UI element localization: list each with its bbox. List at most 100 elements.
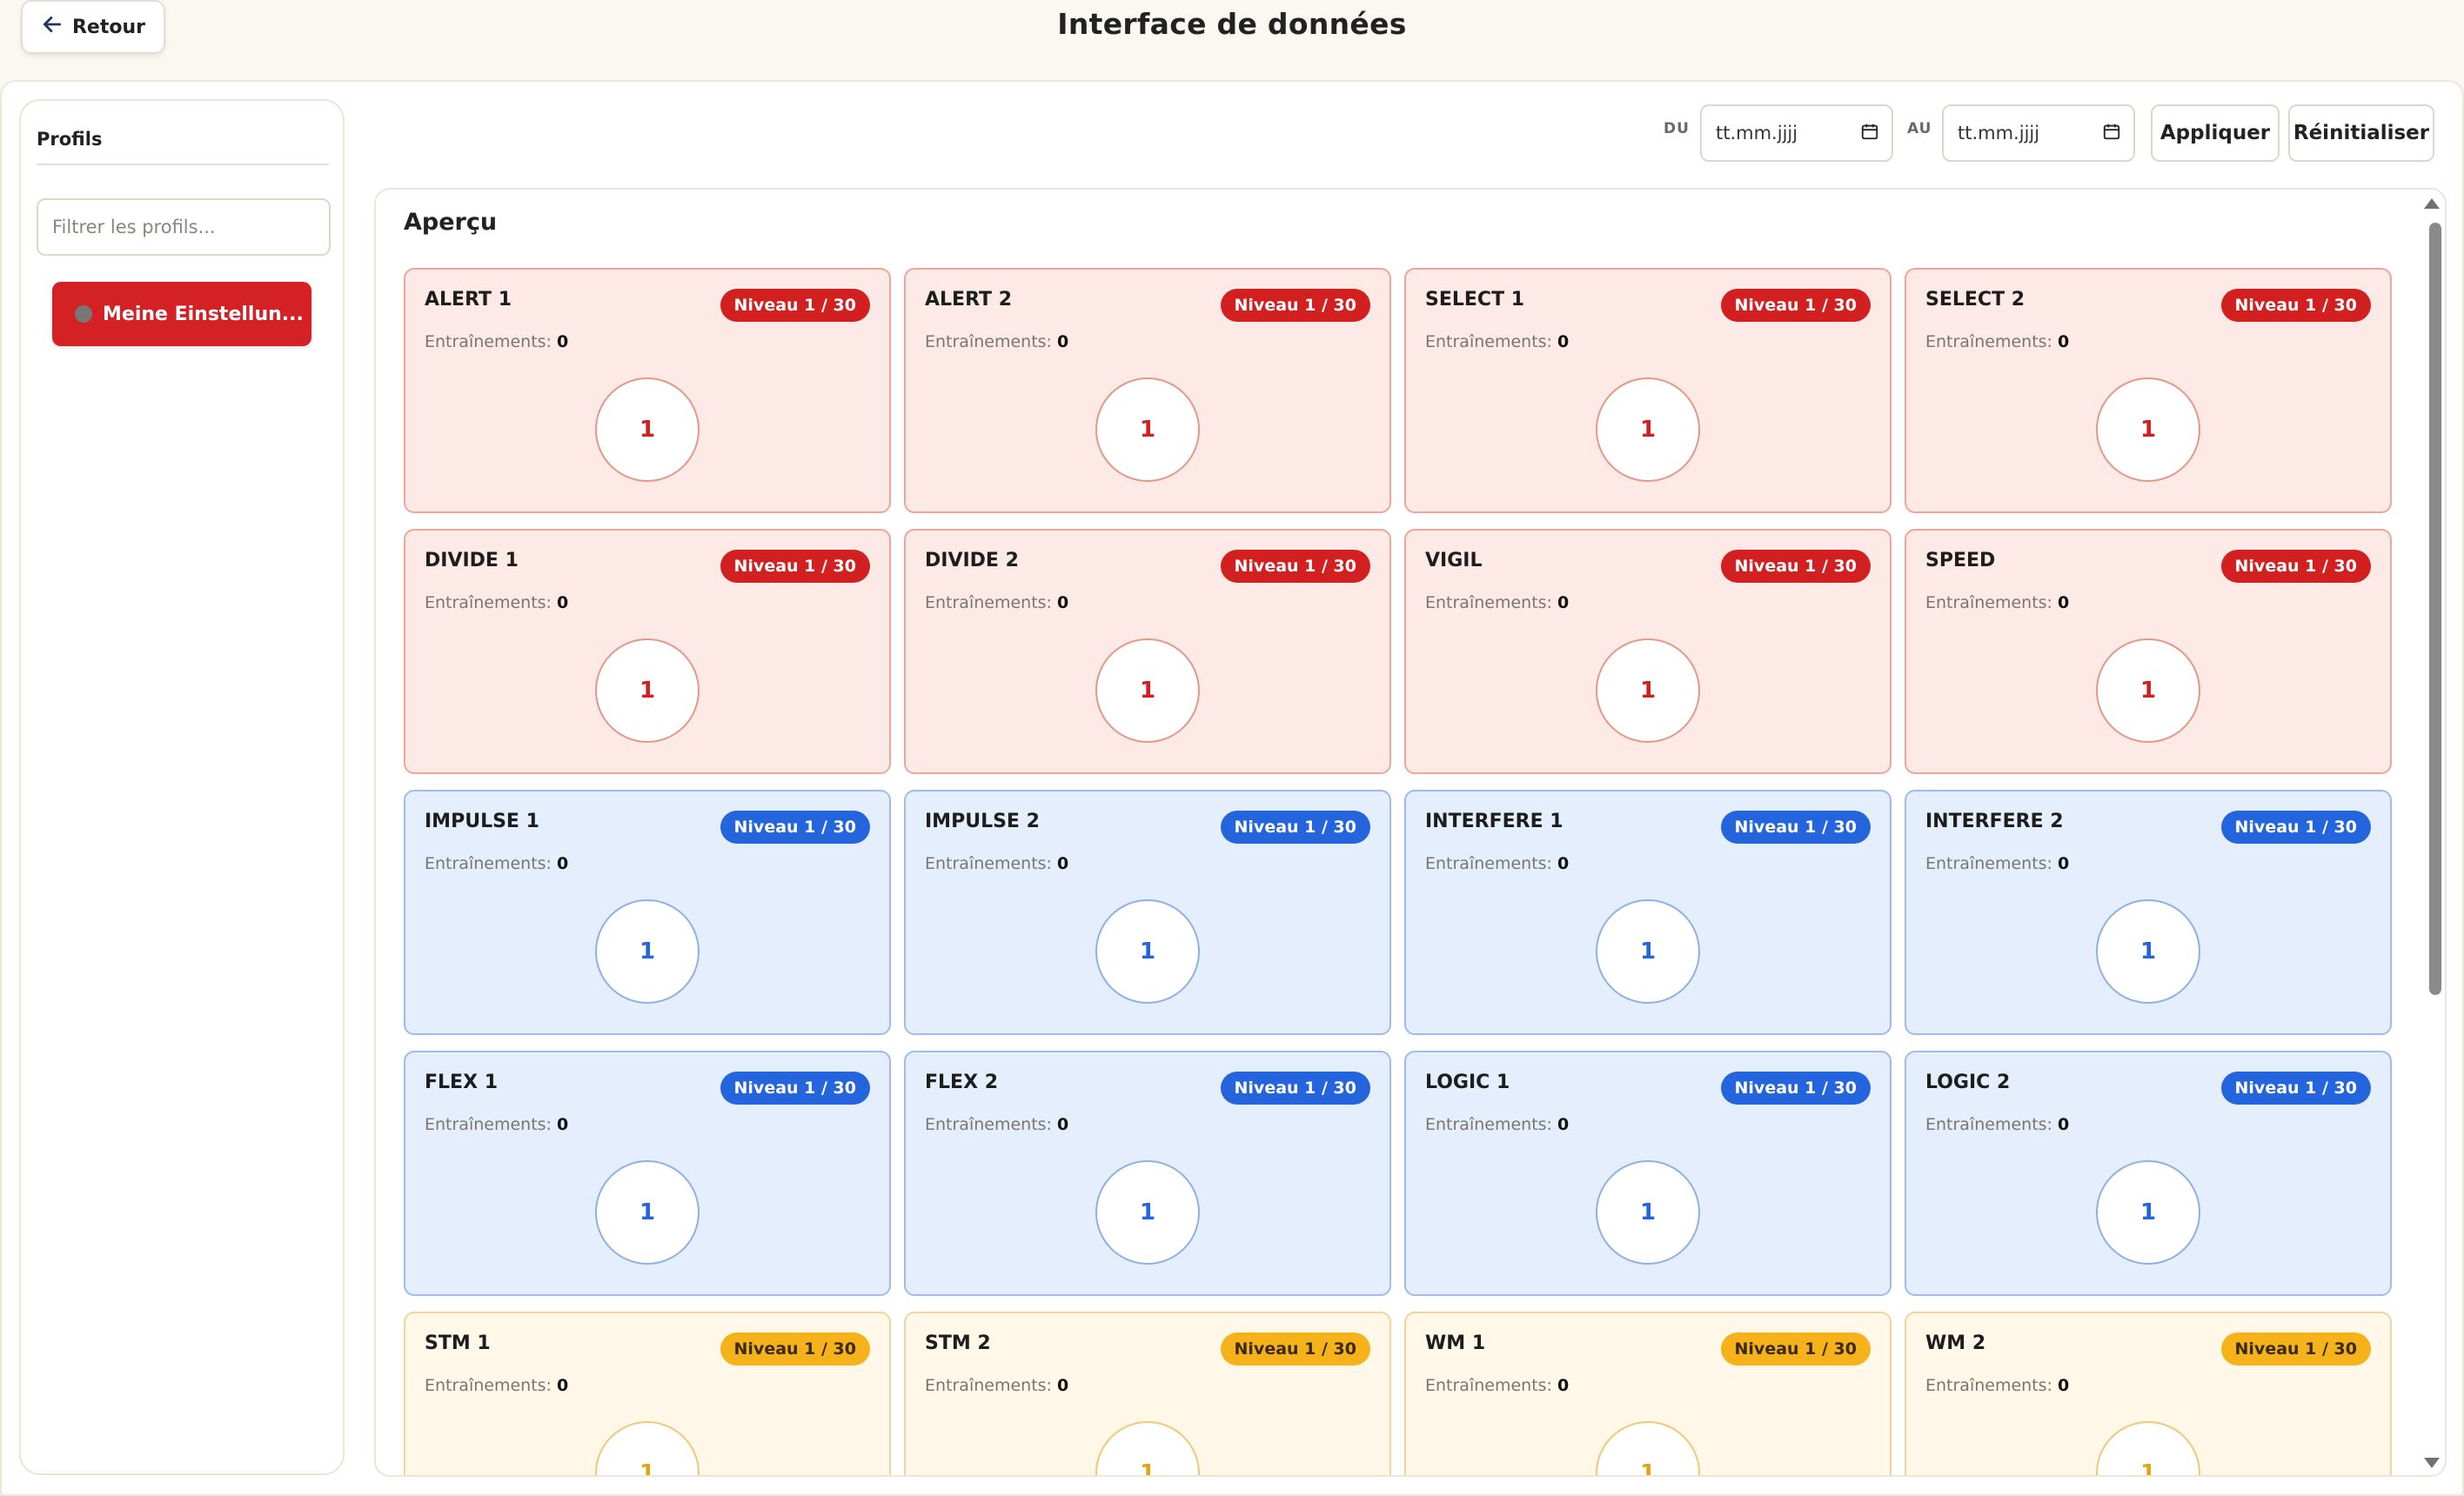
sessions-count: Entraînements: 0 <box>425 332 568 351</box>
level-badge: Niveau 1 / 30 <box>1220 1332 1370 1366</box>
level-badge: Niveau 1 / 30 <box>1220 289 1370 322</box>
sessions-count: Entraînements: 0 <box>1425 854 1569 873</box>
sessions-value: 0 <box>2058 1115 2070 1134</box>
exercise-card[interactable]: WM 1 Niveau 1 / 30 Entraînements: 0 1 <box>1404 1312 1892 1475</box>
sessions-label: Entraînements: <box>1925 593 2052 612</box>
exercise-card[interactable]: INTERFERE 1 Niveau 1 / 30 Entraînements: 0… <box>1404 790 1892 1035</box>
level-badge: Niveau 1 / 30 <box>720 811 870 844</box>
exercise-card-title: DIVIDE 2 <box>925 550 1019 571</box>
sessions-label: Entraînements: <box>425 1115 552 1134</box>
calendar-icon[interactable] <box>1860 122 1879 145</box>
exercise-card-title: SELECT 2 <box>1925 289 2025 311</box>
page-title: Interface de données <box>1057 7 1407 41</box>
exercise-card-title: LOGIC 2 <box>1925 1072 2011 1093</box>
sidebar-title: Profils <box>37 129 103 150</box>
current-level-circle: 1 <box>1596 377 1700 482</box>
sidebar-divider <box>37 164 329 165</box>
profile-filter-input[interactable] <box>37 198 331 256</box>
date-to-label: AU <box>1907 120 1932 137</box>
exercise-card-title: STM 1 <box>425 1332 491 1354</box>
sessions-label: Entraînements: <box>1425 332 1552 351</box>
date-from-value: tt.mm.jjjj <box>1716 123 1798 144</box>
exercise-card-title: ALERT 1 <box>425 289 512 311</box>
exercise-card[interactable]: FLEX 2 Niveau 1 / 30 Entraînements: 0 1 <box>904 1051 1391 1296</box>
sessions-value: 0 <box>1057 1115 1069 1134</box>
current-level-circle: 1 <box>1095 1421 1200 1475</box>
exercise-card-title: IMPULSE 2 <box>925 811 1040 832</box>
scroll-down-arrow[interactable] <box>2424 1458 2440 1468</box>
scrollbar-thumb[interactable] <box>2429 223 2441 995</box>
exercise-card[interactable]: IMPULSE 2 Niveau 1 / 30 Entraînements: 0 1 <box>904 790 1391 1035</box>
sessions-count: Entraînements: 0 <box>1925 1115 2069 1134</box>
sessions-label: Entraînements: <box>1425 593 1552 612</box>
exercise-card-title: FLEX 2 <box>925 1072 999 1093</box>
sessions-value: 0 <box>1557 1115 1570 1134</box>
sessions-label: Entraînements: <box>925 1115 1052 1134</box>
sessions-value: 0 <box>557 1115 569 1134</box>
exercise-card[interactable]: ALERT 1 Niveau 1 / 30 Entraînements: 0 1 <box>404 268 891 513</box>
current-level-circle: 1 <box>595 1421 700 1475</box>
sessions-value: 0 <box>557 854 569 873</box>
current-level-circle: 1 <box>1095 1160 1200 1265</box>
exercise-card-title: WM 1 <box>1425 1332 1486 1354</box>
current-level-circle: 1 <box>1095 377 1200 482</box>
exercise-card[interactable]: FLEX 1 Niveau 1 / 30 Entraînements: 0 1 <box>404 1051 891 1296</box>
level-badge: Niveau 1 / 30 <box>720 1072 870 1105</box>
date-from-input[interactable]: tt.mm.jjjj <box>1700 104 1893 162</box>
exercise-card-title: STM 2 <box>925 1332 991 1354</box>
current-level-circle: 1 <box>595 899 700 1004</box>
sessions-value: 0 <box>557 1376 569 1395</box>
sessions-label: Entraînements: <box>925 593 1052 612</box>
sessions-label: Entraînements: <box>425 332 552 351</box>
current-level-circle: 1 <box>1095 638 1200 743</box>
sessions-value: 0 <box>1057 1376 1069 1395</box>
sessions-label: Entraînements: <box>1925 854 2052 873</box>
sessions-count: Entraînements: 0 <box>925 332 1068 351</box>
sessions-count: Entraînements: 0 <box>1425 593 1569 612</box>
current-level-circle: 1 <box>2096 377 2200 482</box>
exercise-card[interactable]: STM 1 Niveau 1 / 30 Entraînements: 0 1 <box>404 1312 891 1475</box>
level-badge: Niveau 1 / 30 <box>1720 550 1871 583</box>
apply-button[interactable]: Appliquer <box>2151 104 2280 162</box>
level-badge: Niveau 1 / 30 <box>2220 1332 2371 1366</box>
reset-button[interactable]: Réinitialiser <box>2288 104 2434 162</box>
sessions-count: Entraînements: 0 <box>1425 332 1569 351</box>
exercise-card[interactable]: DIVIDE 1 Niveau 1 / 30 Entraînements: 0 1 <box>404 529 891 774</box>
sessions-count: Entraînements: 0 <box>925 593 1068 612</box>
exercise-card-title: INTERFERE 2 <box>1925 811 2064 832</box>
exercise-card[interactable]: INTERFERE 2 Niveau 1 / 30 Entraînements: 0… <box>1905 790 2392 1035</box>
sessions-label: Entraînements: <box>1925 1376 2052 1395</box>
sessions-value: 0 <box>1557 1376 1570 1395</box>
exercise-card[interactable]: DIVIDE 2 Niveau 1 / 30 Entraînements: 0 1 <box>904 529 1391 774</box>
sessions-value: 0 <box>1057 332 1069 351</box>
exercise-card[interactable]: LOGIC 1 Niveau 1 / 30 Entraînements: 0 1 <box>1404 1051 1892 1296</box>
exercise-card-title: SELECT 1 <box>1425 289 1525 311</box>
sessions-count: Entraînements: 0 <box>1925 1376 2069 1395</box>
level-badge: Niveau 1 / 30 <box>2220 811 2371 844</box>
exercise-card[interactable]: LOGIC 2 Niveau 1 / 30 Entraînements: 0 1 <box>1905 1051 2392 1296</box>
date-to-input[interactable]: tt.mm.jjjj <box>1942 104 2135 162</box>
scroll-up-arrow[interactable] <box>2424 198 2440 209</box>
exercise-card[interactable]: ALERT 2 Niveau 1 / 30 Entraînements: 0 1 <box>904 268 1391 513</box>
overview-panel: Aperçu ALERT 1 Niveau 1 / 30 Entraînements… <box>374 188 2447 1477</box>
exercise-card[interactable]: VIGIL Niveau 1 / 30 Entraînements: 0 1 <box>1404 529 1892 774</box>
sessions-value: 0 <box>2058 854 2070 873</box>
current-level-circle: 1 <box>595 1160 700 1265</box>
sessions-count: Entraînements: 0 <box>425 593 568 612</box>
profile-item-active[interactable]: Meine Einstellun... <box>52 282 311 346</box>
sessions-label: Entraînements: <box>425 854 552 873</box>
exercise-card-title: VIGIL <box>1425 550 1483 571</box>
exercise-card[interactable]: SPEED Niveau 1 / 30 Entraînements: 0 1 <box>1905 529 2392 774</box>
sessions-label: Entraînements: <box>1425 854 1552 873</box>
exercise-card[interactable]: STM 2 Niveau 1 / 30 Entraînements: 0 1 <box>904 1312 1391 1475</box>
overview-title: Aperçu <box>404 209 498 236</box>
exercise-card[interactable]: SELECT 2 Niveau 1 / 30 Entraînements: 0 1 <box>1905 268 2392 513</box>
exercise-card-title: IMPULSE 1 <box>425 811 539 832</box>
current-level-circle: 1 <box>2096 1421 2200 1475</box>
exercise-card[interactable]: SELECT 1 Niveau 1 / 30 Entraînements: 0 1 <box>1404 268 1892 513</box>
exercise-card-title: LOGIC 1 <box>1425 1072 1510 1093</box>
exercise-card[interactable]: WM 2 Niveau 1 / 30 Entraînements: 0 1 <box>1905 1312 2392 1475</box>
calendar-icon[interactable] <box>2102 122 2121 145</box>
sessions-count: Entraînements: 0 <box>1925 854 2069 873</box>
exercise-card[interactable]: IMPULSE 1 Niveau 1 / 30 Entraînements: 0 1 <box>404 790 891 1035</box>
